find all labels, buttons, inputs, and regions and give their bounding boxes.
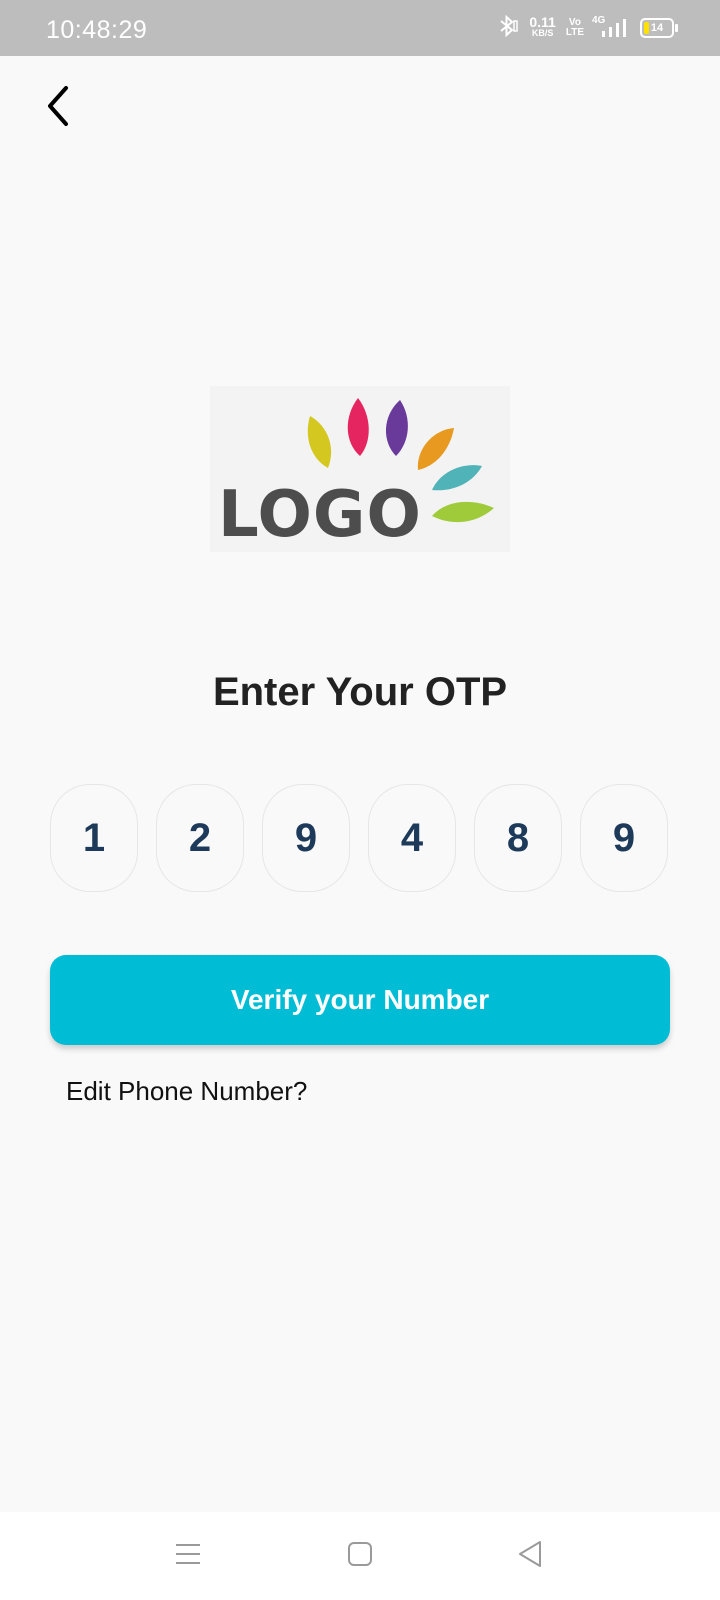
otp-input-group: 1 2 9 4 8 9 [50, 784, 670, 894]
nav-back-button[interactable] [504, 1530, 556, 1582]
network-type: 4G [592, 15, 606, 26]
battery-icon: 14 [640, 18, 678, 38]
status-time: 10:48:29 [46, 16, 148, 44]
battery-level: 14 [650, 22, 664, 34]
otp-digit-4[interactable]: 4 [368, 784, 456, 892]
back-button[interactable] [32, 82, 84, 134]
back-triangle-icon [516, 1539, 544, 1574]
volte-indicator: Vo LTE [566, 18, 584, 38]
chevron-left-icon [42, 84, 74, 133]
signal-icon: 4G [592, 15, 630, 39]
page-title: Enter Your OTP [212, 670, 508, 714]
otp-screen: 10:48:29 0.11 KB/S Vo LTE 4G 14 LOGO Ent… [0, 0, 720, 1600]
logo: LOGO [210, 386, 510, 552]
nav-menu-button[interactable] [162, 1530, 214, 1582]
volte-bottom: LTE [565, 27, 584, 38]
bluetooth-icon [495, 14, 519, 43]
home-square-icon [346, 1540, 374, 1573]
edit-phone-link[interactable]: Edit Phone Number? [66, 1076, 307, 1107]
net-speed-unit: KB/S [531, 28, 554, 38]
otp-digit-6[interactable]: 9 [580, 784, 668, 892]
net-speed-value: 0.11 [529, 14, 556, 30]
otp-digit-2[interactable]: 2 [156, 784, 244, 892]
verify-button[interactable]: Verify your Number [50, 955, 670, 1045]
status-icons: 0.11 KB/S Vo LTE 4G 14 [495, 14, 678, 43]
nav-home-button[interactable] [334, 1530, 386, 1582]
net-speed: 0.11 KB/S [529, 14, 556, 39]
otp-digit-1[interactable]: 1 [50, 784, 138, 892]
menu-icon [174, 1542, 202, 1571]
navigation-bar [0, 1512, 720, 1600]
status-bar: 10:48:29 0.11 KB/S Vo LTE 4G 14 [0, 0, 720, 56]
logo-text: LOGO [218, 478, 422, 552]
otp-digit-5[interactable]: 8 [474, 784, 562, 892]
otp-digit-3[interactable]: 9 [262, 784, 350, 892]
